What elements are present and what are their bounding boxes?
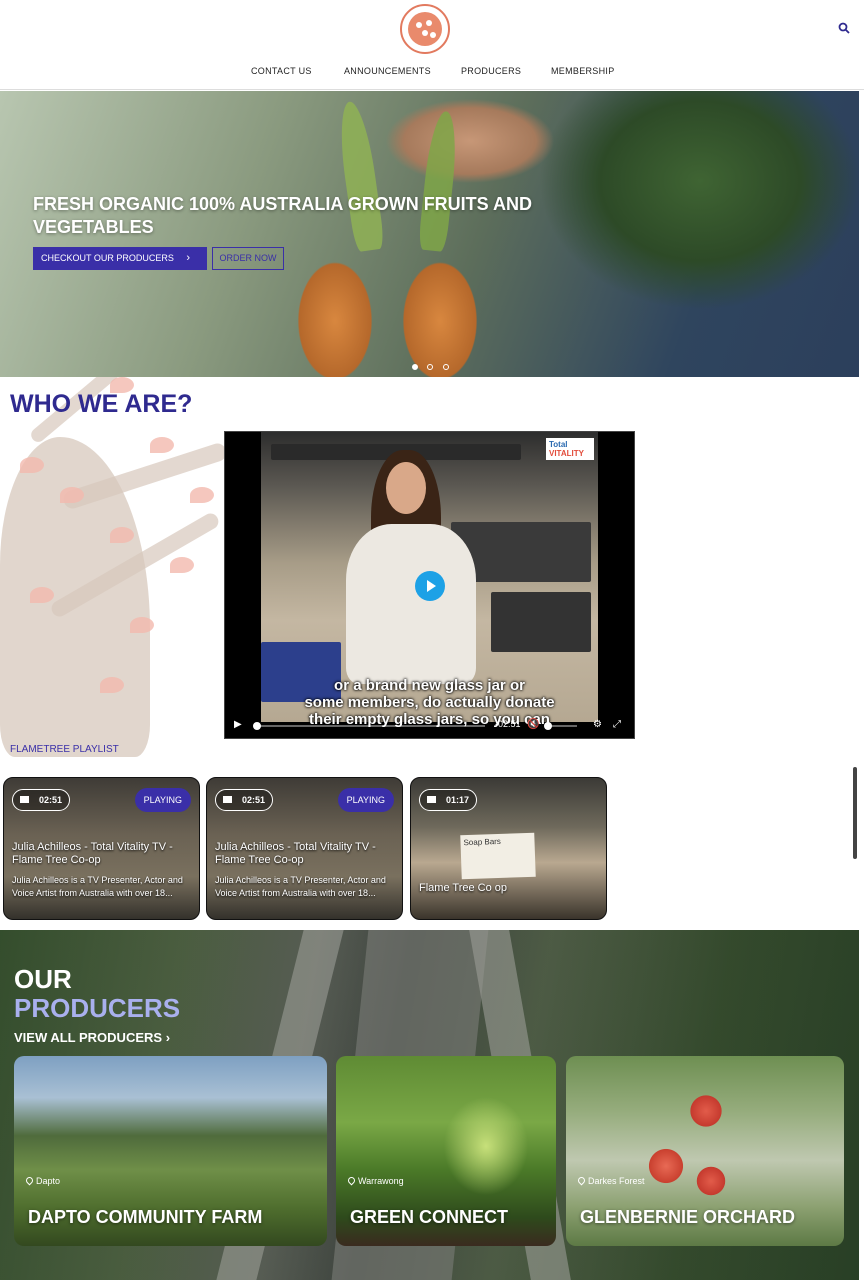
card-description: Julia Achilleos is a TV Presenter, Actor…	[215, 875, 386, 898]
mute-icon[interactable]: 🔇	[527, 719, 539, 730]
producers-heading-line1: OUR	[14, 964, 72, 994]
site-header: CONTACT US ANNOUNCEMENTS PRODUCERS MEMBE…	[0, 0, 864, 90]
view-all-producers-link[interactable]: VIEW ALL PRODUCERS ›	[14, 1030, 170, 1045]
map-pin-icon	[346, 1175, 357, 1186]
slider-dot-3[interactable]	[442, 364, 449, 370]
settings-icon[interactable]: ⚙	[593, 719, 602, 730]
presenter-face	[386, 462, 426, 514]
duration-badge: 02:51	[12, 789, 71, 811]
nav-producers[interactable]: PRODUCERS	[461, 66, 521, 76]
petal	[150, 437, 174, 453]
slider-dots	[412, 357, 454, 370]
hero-title: FRESH ORGANIC 100% AUSTRALIA GROWN FRUIT…	[33, 194, 533, 237]
duration-badge: 01:17	[419, 789, 478, 811]
flame-tree-logo[interactable]	[400, 4, 450, 54]
checkout-producers-button[interactable]: CHECKOUT OUR PRODUCERS ›	[33, 247, 207, 270]
slider-dot-1[interactable]	[412, 364, 418, 370]
playlist-card[interactable]: 02:51 PLAYING Julia Achilleos - Total Vi…	[206, 777, 403, 920]
video-player[interactable]: Total VITALITY or a brand new glass jar o…	[224, 431, 635, 739]
who-we-are-title: WHO WE ARE?	[10, 390, 193, 418]
main-nav: CONTACT US ANNOUNCEMENTS PRODUCERS MEMBE…	[0, 66, 864, 80]
search-icon[interactable]	[838, 22, 850, 34]
petal	[60, 487, 84, 503]
video-controls: ▶ -02:51 🔇 ⚙ ⤢	[225, 715, 634, 737]
producer-card-dapto[interactable]: Dapto DAPTO COMMUNITY FARM	[14, 1056, 327, 1246]
card-title: Julia Achilleos - Total Vitality TV - Fl…	[12, 841, 173, 866]
nav-contact-us[interactable]: CONTACT US	[251, 66, 312, 76]
slider-dot-2[interactable]	[427, 364, 434, 370]
play-button[interactable]	[415, 571, 445, 601]
scrollbar[interactable]	[853, 767, 857, 859]
producer-card-glenbernie[interactable]: Darkes Forest GLENBERNIE ORCHARD	[566, 1056, 844, 1246]
playing-badge: PLAYING	[134, 788, 191, 812]
duration-badge: 02:51	[215, 789, 274, 811]
page: CONTACT US ANNOUNCEMENTS PRODUCERS MEMBE…	[0, 0, 864, 1280]
hero-slider: FRESH ORGANIC 100% AUSTRALIA GROWN FRUIT…	[0, 91, 859, 377]
producer-name: DAPTO COMMUNITY FARM	[28, 1207, 263, 1227]
play-icon[interactable]: ▶	[234, 719, 242, 730]
petal	[100, 677, 124, 693]
video-camera-icon	[20, 796, 29, 803]
playlist-card[interactable]: Soap Bars 01:17 Flame Tree Co op	[410, 777, 607, 920]
video-camera-icon	[223, 796, 232, 803]
map-pin-icon	[576, 1175, 587, 1186]
card-description: Julia Achilleos is a TV Presenter, Actor…	[12, 875, 183, 898]
playlist-label: FLAMETREE PLAYLIST	[10, 744, 119, 755]
chevron-right-icon: ›	[165, 1030, 171, 1045]
playing-badge: PLAYING	[337, 788, 394, 812]
total-vitality-badge: Total VITALITY	[546, 438, 594, 460]
progress-bar[interactable]	[253, 722, 485, 730]
playlist: 02:51 PLAYING Julia Achilleos - Total Vi…	[3, 777, 613, 921]
producers-section: OUR PRODUCERS VIEW ALL PRODUCERS › Dapto…	[0, 930, 859, 1280]
card-title: Julia Achilleos - Total Vitality TV - Fl…	[215, 841, 376, 866]
jar-shelf	[491, 592, 591, 652]
producer-name: GREEN CONNECT	[350, 1207, 509, 1227]
nav-membership[interactable]: MEMBERSHIP	[551, 66, 615, 76]
petal	[130, 617, 154, 633]
petal	[110, 527, 134, 543]
producer-name: GLENBERNIE ORCHARD	[580, 1207, 796, 1227]
volume-slider[interactable]	[544, 722, 577, 730]
time-remaining: -02:51	[495, 719, 521, 729]
petal	[190, 487, 214, 503]
nav-announcements[interactable]: ANNOUNCEMENTS	[344, 66, 431, 76]
logo-emblem	[408, 12, 442, 46]
map-pin-icon	[24, 1175, 35, 1186]
who-we-are-section: WHO WE ARE? Total VITALITY or a brand new…	[0, 377, 864, 930]
soap-bars-sign: Soap Bars	[460, 832, 536, 880]
petal	[170, 557, 194, 573]
producer-location: Darkes Forest	[576, 1175, 645, 1186]
producers-heading-line2: PRODUCERS	[14, 993, 181, 1023]
producer-location: Warrawong	[346, 1175, 404, 1186]
presenter-body	[346, 524, 476, 684]
fullscreen-icon[interactable]: ⤢	[613, 719, 621, 730]
checkout-producers-label: CHECKOUT OUR PRODUCERS	[41, 253, 174, 263]
petal	[30, 587, 54, 603]
producer-card-green-connect[interactable]: Warrawong GREEN CONNECT	[336, 1056, 556, 1246]
order-now-button[interactable]: ORDER NOW	[212, 247, 284, 270]
video-camera-icon	[427, 796, 436, 803]
card-title: Flame Tree Co op	[419, 882, 508, 894]
chevron-right-icon: ›	[186, 252, 190, 264]
petal	[20, 457, 44, 473]
playlist-card[interactable]: 02:51 PLAYING Julia Achilleos - Total Vi…	[3, 777, 200, 920]
producer-location: Dapto	[24, 1175, 60, 1186]
